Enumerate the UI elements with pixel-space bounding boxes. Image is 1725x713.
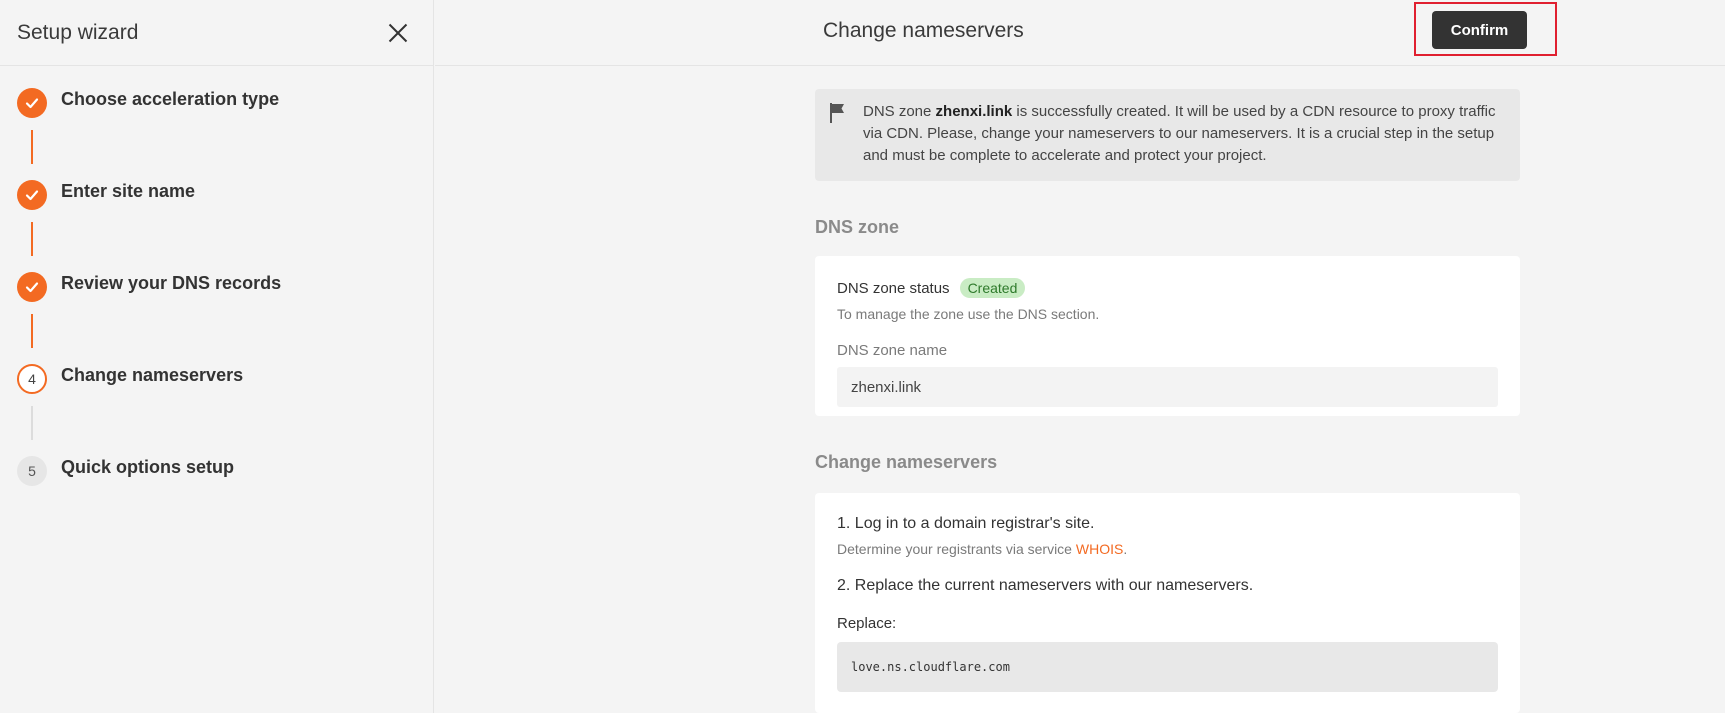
sidebar-title: Setup wizard xyxy=(17,20,139,44)
dns-zone-card: DNS zone status Created To manage the zo… xyxy=(815,256,1520,416)
status-label: DNS zone status xyxy=(837,279,950,297)
determine-suffix: . xyxy=(1123,541,1128,557)
confirm-button[interactable]: Confirm xyxy=(1432,11,1527,49)
step2-text: 2. Replace the current nameservers with … xyxy=(837,577,1254,594)
wizard-steps: Choose acceleration type Enter site name… xyxy=(0,66,433,548)
manage-zone-text: To manage the zone use the DNS section. xyxy=(837,306,1100,322)
current-nameserver-box: love.ns.cloudflare.com xyxy=(837,642,1498,692)
sidebar: Setup wizard Choose acceleration type En… xyxy=(0,0,434,713)
step-change-nameservers[interactable]: 4 Change nameservers xyxy=(17,364,433,456)
status-row: DNS zone status Created xyxy=(837,278,1498,298)
check-icon xyxy=(17,88,47,118)
step-review-dns-records[interactable]: Review your DNS records xyxy=(17,272,433,364)
sidebar-header: Setup wizard xyxy=(0,0,433,66)
zone-name-value: zhenxi.link xyxy=(851,378,922,396)
current-nameserver-value: love.ns.cloudflare.com xyxy=(851,660,1010,674)
content: DNS zone zhenxi.link is successfully cre… xyxy=(815,89,1520,713)
page-title: Change nameservers xyxy=(823,19,1024,42)
step-label: Choose acceleration type xyxy=(61,89,280,109)
zone-name-field: zhenxi.link xyxy=(837,367,1498,407)
main-panel: Change nameservers Confirm DNS zone zhen… xyxy=(435,0,1725,713)
step-label: Change nameservers xyxy=(61,365,244,385)
determine-prefix: Determine your registrants via service xyxy=(837,541,1076,557)
info-banner: DNS zone zhenxi.link is successfully cre… xyxy=(815,89,1520,181)
step-quick-options-setup[interactable]: 5 Quick options setup xyxy=(17,456,433,548)
flag-icon xyxy=(830,103,844,123)
step-label: Quick options setup xyxy=(61,457,235,477)
step-connector xyxy=(31,222,33,256)
main-header: Change nameservers Confirm xyxy=(435,0,1725,66)
zone-name-label: DNS zone name xyxy=(837,342,948,359)
replace-label: Replace: xyxy=(837,615,897,632)
check-icon xyxy=(17,180,47,210)
determine-text: Determine your registrants via service W… xyxy=(837,541,1498,557)
info-zone-name: zhenxi.link xyxy=(935,103,1013,120)
step-label: Review your DNS records xyxy=(61,273,282,293)
step-label: Enter site name xyxy=(61,181,196,201)
status-badge: Created xyxy=(959,278,1026,298)
whois-link[interactable]: WHOIS xyxy=(1076,541,1123,557)
info-prefix: DNS zone xyxy=(863,103,936,120)
step1-text: 1. Log in to a domain registrar's site. xyxy=(837,515,1095,532)
confirm-highlight: Confirm xyxy=(1414,2,1557,56)
nameservers-section-title: Change nameservers xyxy=(815,452,998,472)
step-number: 5 xyxy=(17,456,47,486)
close-icon[interactable] xyxy=(385,20,411,46)
step-number: 4 xyxy=(17,364,47,394)
dns-zone-section-title: DNS zone xyxy=(815,217,900,237)
nameservers-card: 1. Log in to a domain registrar's site. … xyxy=(815,493,1520,713)
step-connector xyxy=(31,406,33,440)
check-icon xyxy=(17,272,47,302)
step-enter-site-name[interactable]: Enter site name xyxy=(17,180,433,272)
step-choose-acceleration-type[interactable]: Choose acceleration type xyxy=(17,88,433,180)
step-connector xyxy=(31,314,33,348)
step-connector xyxy=(31,130,33,164)
